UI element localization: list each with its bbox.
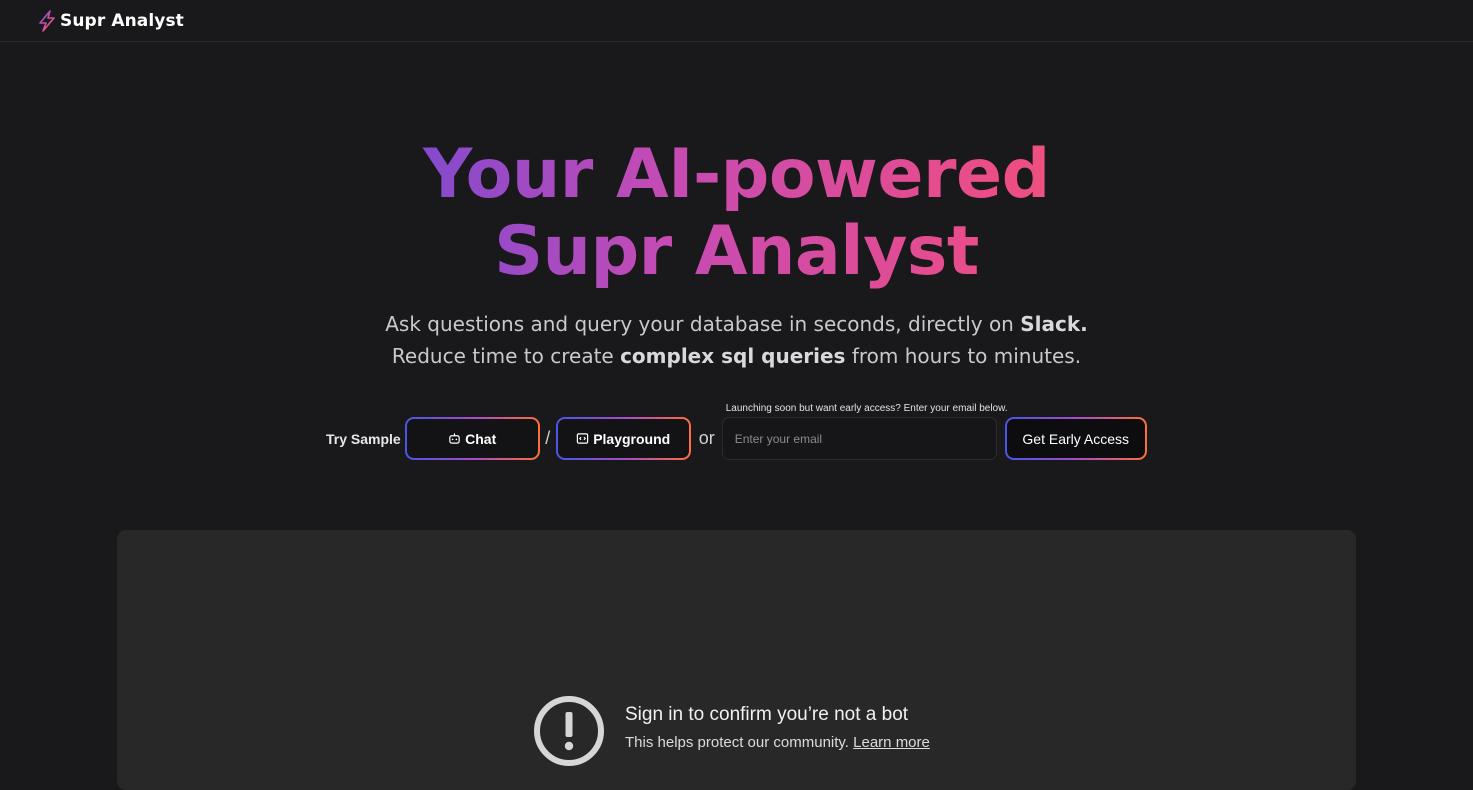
- notice-title: Sign in to confirm you’re not a bot: [625, 704, 909, 725]
- hero-title-line-2: Supr Analyst: [0, 213, 1473, 290]
- subtitle-line-1: Ask questions and query your database in…: [0, 308, 1473, 340]
- subtitle-bold: complex sql queries: [620, 344, 846, 368]
- try-sample-label: Try Sample: [326, 430, 401, 447]
- hero-title-line-1: Your AI-powered: [0, 136, 1473, 213]
- get-early-access-button-inner[interactable]: Get Early Access: [1006, 419, 1145, 458]
- subtitle-text: Ask questions and query your database in…: [385, 312, 1021, 336]
- brand-logo[interactable]: Supr Analyst: [37, 9, 184, 32]
- playground-button-label: Playground: [593, 430, 671, 447]
- email-field[interactable]: [721, 417, 997, 460]
- email-hint: Launching soon but want early access? En…: [725, 403, 1008, 414]
- subtitle-line-2: Reduce time to create complex sql querie…: [0, 340, 1473, 372]
- code-window-icon: [576, 433, 589, 444]
- subtitle-bold: Slack.: [1020, 312, 1088, 336]
- notice-subtitle: This helps protect our community. Learn …: [625, 734, 930, 751]
- notice-text: Sign in to confirm you’re not a bot This…: [625, 703, 930, 751]
- slash-separator: /: [545, 428, 551, 448]
- chat-button-label: Chat: [465, 430, 497, 447]
- chat-button[interactable]: Chat: [404, 417, 540, 460]
- playground-button[interactable]: Playground: [555, 417, 691, 460]
- video-embed-panel[interactable]: Sign in to confirm you’re not a bot This…: [117, 530, 1356, 790]
- hero-title-word: Supr: [494, 212, 672, 291]
- chat-button-inner[interactable]: Chat: [406, 419, 538, 458]
- top-navbar: Supr Analyst: [0, 0, 1473, 42]
- get-early-access-button[interactable]: Get Early Access: [1004, 417, 1147, 460]
- hero-title: Your AI-powered Supr Analyst: [0, 136, 1473, 290]
- alert-circle-icon: [534, 696, 604, 766]
- hero-title-word: Analyst: [694, 212, 979, 291]
- learn-more-link[interactable]: Learn more: [853, 734, 930, 751]
- get-early-access-label: Get Early Access: [1022, 430, 1130, 447]
- or-label: or: [698, 428, 715, 448]
- lightning-bolt-icon: [39, 9, 55, 32]
- bot-check-notice: Sign in to confirm you’re not a bot This…: [533, 695, 930, 767]
- hero-title-word: Your: [423, 135, 593, 214]
- subtitle-text: Reduce time to create: [391, 344, 621, 368]
- notice-subtitle-text: This helps protect our community.: [625, 734, 854, 751]
- subtitle-text: from hours to minutes.: [845, 344, 1082, 368]
- bot-icon: [449, 433, 460, 444]
- brand-name: Supr Analyst: [60, 10, 184, 31]
- email-field-wrapper: Launching soon but want early access? En…: [721, 403, 1008, 460]
- cta-row: Try Sample Chat / Playground or Launchin…: [326, 403, 1147, 460]
- hero-subtitle: Ask questions and query your database in…: [0, 308, 1473, 372]
- playground-button-inner[interactable]: Playground: [557, 419, 689, 458]
- hero-title-word: AI-powered: [616, 135, 1050, 214]
